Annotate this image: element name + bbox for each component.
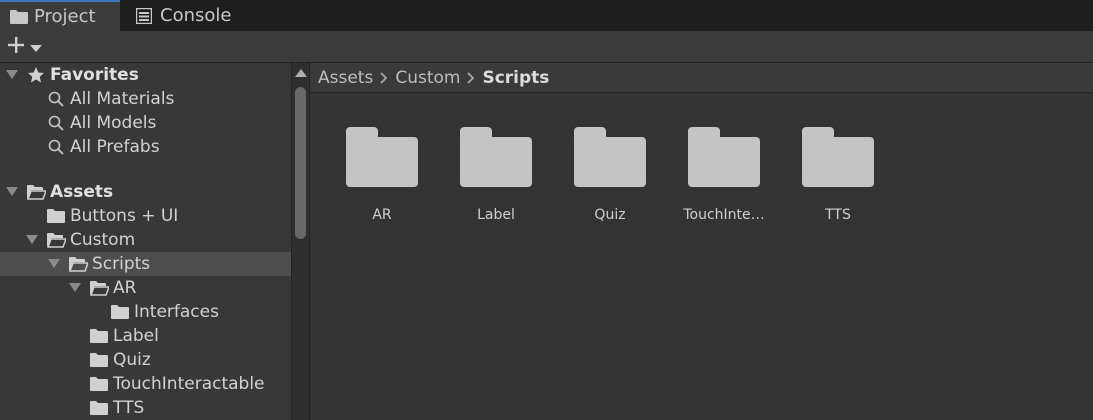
tab-console-label: Console <box>160 5 232 26</box>
expand-arrow-icon[interactable] <box>48 258 60 270</box>
search-icon <box>46 114 66 132</box>
tree-item-label: Buttons + UI <box>70 206 179 226</box>
chevron-right-icon <box>373 71 395 84</box>
expand-arrow-icon[interactable] <box>26 234 38 246</box>
folder-tile[interactable]: TTS <box>788 127 888 237</box>
tree-item-label: TTS <box>113 398 145 418</box>
plus-icon <box>6 35 26 59</box>
breadcrumb-item-current[interactable]: Scripts <box>482 68 549 88</box>
open-folder-icon <box>89 279 109 297</box>
tab-project[interactable]: Project <box>0 0 120 31</box>
create-asset-button[interactable] <box>6 35 50 59</box>
folder-tile[interactable]: Label <box>446 127 546 237</box>
open-folder-icon <box>46 231 66 249</box>
chevron-right-icon <box>460 71 482 84</box>
tree-item-custom[interactable]: Custom <box>0 228 291 252</box>
breadcrumb: Assets Custom Scripts <box>310 63 1093 93</box>
folder-tile[interactable]: Quiz <box>560 127 660 237</box>
folder-tile-label: Quiz <box>594 207 626 223</box>
console-icon <box>136 7 154 25</box>
tree-item-label: Favorites <box>50 65 139 85</box>
folder-icon <box>46 207 66 225</box>
folder-tile-label: TouchInte… <box>683 207 765 223</box>
tree-item-all-materials[interactable]: All Materials <box>0 87 291 111</box>
breadcrumb-item[interactable]: Assets <box>318 68 373 88</box>
tree-item-label: Interfaces <box>134 302 219 322</box>
tab-project-label: Project <box>34 6 96 27</box>
expand-arrow-icon[interactable] <box>69 282 81 294</box>
folder-icon <box>110 303 130 321</box>
tree-item-scripts[interactable]: Scripts <box>0 252 291 276</box>
folder-icon <box>10 8 28 26</box>
project-toolbar <box>0 31 1093 63</box>
open-folder-icon <box>68 255 88 273</box>
folder-icon <box>688 127 760 187</box>
tree-item-label: Quiz <box>113 350 151 370</box>
folder-icon <box>89 327 109 345</box>
folder-icon <box>89 399 109 417</box>
breadcrumb-item[interactable]: Custom <box>395 68 460 88</box>
project-tree: Favorites All Materials All Models All P… <box>0 63 291 420</box>
folder-icon <box>89 351 109 369</box>
tree-item-buttons-ui[interactable]: Buttons + UI <box>0 204 291 228</box>
folder-icon <box>89 375 109 393</box>
tree-item-label: All Prefabs <box>70 137 160 157</box>
tree-item-label-folder[interactable]: Label <box>0 324 291 348</box>
tree-item-label: All Models <box>70 113 157 133</box>
folder-icon <box>346 127 418 187</box>
tree-item-all-models[interactable]: All Models <box>0 111 291 135</box>
tree-item-touchinteractable[interactable]: TouchInteractable <box>0 372 291 396</box>
tree-item-label: Scripts <box>92 254 151 274</box>
folder-tile-label: Label <box>477 207 515 223</box>
tree-scrollbar[interactable] <box>291 63 310 420</box>
tree-item-label: AR <box>113 278 137 298</box>
tree-item-ar[interactable]: AR <box>0 276 291 300</box>
folder-tile[interactable]: AR <box>332 127 432 237</box>
folder-icon <box>460 127 532 187</box>
scroll-thumb[interactable] <box>295 87 306 239</box>
tree-item-label: Label <box>113 326 159 346</box>
tree-item-label: TouchInteractable <box>113 374 265 394</box>
tree-item-tts[interactable]: TTS <box>0 396 291 420</box>
expand-arrow-icon[interactable] <box>6 186 18 198</box>
tree-item-quiz[interactable]: Quiz <box>0 348 291 372</box>
tree-item-label: Custom <box>70 230 136 250</box>
tree-item-label: All Materials <box>70 89 175 109</box>
caret-down-icon <box>30 38 42 57</box>
scroll-up-arrow-icon[interactable] <box>295 69 307 77</box>
folder-icon <box>574 127 646 187</box>
tab-bar: Project Console <box>0 0 1093 31</box>
folder-tile-label: AR <box>372 207 392 223</box>
search-icon <box>46 138 66 156</box>
tree-item-all-prefabs[interactable]: All Prefabs <box>0 135 291 159</box>
folder-icon <box>802 127 874 187</box>
tree-item-label: Assets <box>50 182 114 202</box>
search-icon <box>46 90 66 108</box>
folder-tile-label: TTS <box>825 207 851 223</box>
tree-item-assets[interactable]: Assets <box>0 180 291 204</box>
expand-arrow-icon[interactable] <box>6 69 18 81</box>
star-icon <box>26 66 46 84</box>
folder-tile[interactable]: TouchInte… <box>674 127 774 237</box>
tab-console[interactable]: Console <box>122 0 262 31</box>
open-folder-icon <box>26 183 46 201</box>
asset-browser: Assets Custom Scripts AR Label Quiz Touc… <box>310 63 1093 420</box>
tree-item-interfaces[interactable]: Interfaces <box>0 300 291 324</box>
tree-item-favorites[interactable]: Favorites <box>0 63 291 87</box>
